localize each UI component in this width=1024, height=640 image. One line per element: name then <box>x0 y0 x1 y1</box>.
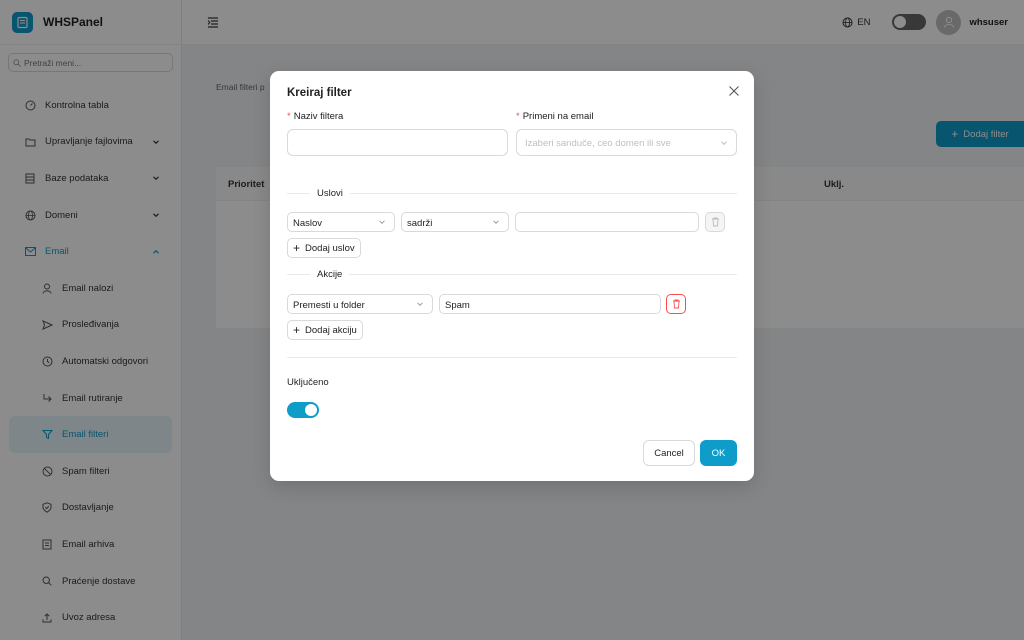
conditions-title: Uslovi <box>310 188 350 199</box>
conditions-section: Uslovi <box>287 188 737 199</box>
modal-title: Kreiraj filter <box>287 87 352 99</box>
ok-button[interactable]: OK <box>700 440 737 466</box>
close-icon[interactable] <box>728 85 740 97</box>
actions-title: Akcije <box>310 269 350 280</box>
actions-section: Akcije <box>287 269 737 280</box>
filter-name-label: * Naziv filtera <box>287 111 344 122</box>
apply-to-label: * Primeni na email <box>516 111 594 122</box>
chevron-down-icon <box>721 140 727 145</box>
condition-value-input[interactable] <box>515 212 699 232</box>
add-action-button[interactable]: + Dodaj akciju <box>287 320 363 340</box>
enabled-switch[interactable] <box>287 402 319 418</box>
cancel-button[interactable]: Cancel <box>643 440 695 466</box>
add-condition-button[interactable]: + Dodaj uslov <box>287 238 361 258</box>
action-folder-input[interactable]: Spam <box>439 294 661 314</box>
apply-to-select[interactable]: Izaberi sanduče, ceo domen ili sve <box>516 129 737 156</box>
chevron-down-icon <box>379 220 385 225</box>
trash-icon <box>711 217 719 227</box>
trash-icon <box>672 299 680 309</box>
remove-condition-button <box>705 212 725 232</box>
filter-name-input[interactable] <box>287 129 508 156</box>
remove-action-button[interactable] <box>666 294 686 314</box>
plus-icon: + <box>293 241 301 255</box>
chevron-down-icon <box>417 302 423 307</box>
condition-field-select[interactable]: Naslov <box>287 212 395 232</box>
chevron-down-icon <box>493 220 499 225</box>
create-filter-modal: Kreiraj filter * Naziv filtera * Primeni n… <box>270 71 754 481</box>
divider <box>287 357 737 358</box>
condition-operator-select[interactable]: sadrži <box>401 212 509 232</box>
plus-icon: + <box>293 323 301 337</box>
enabled-label: Uključeno <box>287 377 329 388</box>
action-type-select[interactable]: Premesti u folder <box>287 294 433 314</box>
